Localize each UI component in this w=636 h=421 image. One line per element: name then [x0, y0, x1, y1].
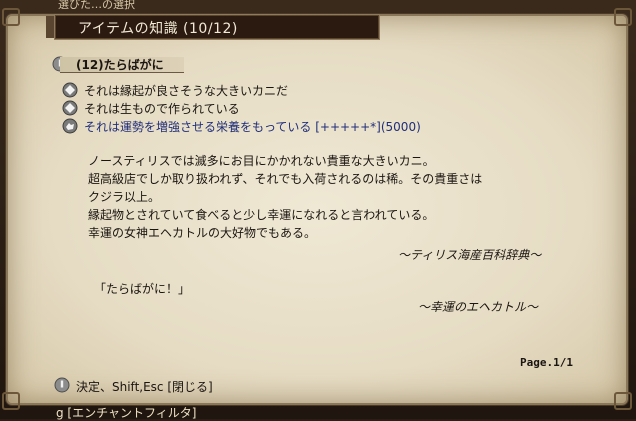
window-title: アイテムの知識 (10/12) — [78, 21, 238, 37]
item-header-underline — [60, 72, 184, 73]
description-line: 幸運の女神エヘカトルの大好物でもある。 — [88, 226, 317, 240]
diamond-bullet-icon — [62, 100, 78, 116]
trait-text-highlighted: それは運勢を増強させる栄養をもっている [+++++*](5000) — [84, 120, 421, 134]
trait-text: それは生もので作られている — [84, 102, 240, 116]
background-window-title: 選びた…の選択 — [58, 0, 135, 10]
description-line: ノースティリスでは滅多にお目にかかれない貴重な大きいカニ。 — [88, 154, 435, 168]
trait-text: それは縁起が良さそうな大きいカニだ — [84, 84, 289, 98]
description-line: 縁起物とされていて食べると少し幸運になれると言われている。 — [88, 208, 435, 222]
frame-corner-ornament — [2, 392, 20, 410]
info-circle-icon — [54, 377, 70, 393]
frame-corner-ornament — [614, 392, 632, 410]
diamond-bullet-icon — [62, 82, 78, 98]
enchant-filter-menu-item[interactable]: g [エンチャントフィルタ] — [56, 404, 196, 421]
attribution-source: ～ティリス海産百科辞典～ — [398, 248, 542, 262]
frame-corner-ornament — [2, 8, 20, 26]
item-quote: 「たらばがに！」 — [94, 282, 191, 296]
hand-bullet-icon — [62, 118, 78, 134]
attribution-speaker: ～幸運のエヘカトル～ — [418, 300, 539, 314]
frame-corner-ornament — [614, 8, 632, 26]
description-line: クジラ以上。 — [88, 190, 161, 204]
item-header: (12)たらばがに — [76, 58, 164, 72]
title-tab-marker — [46, 16, 54, 38]
controls-hint[interactable]: 決定、Shift,Esc [閉じる] — [76, 378, 213, 395]
description-line: 超高級店でしか取り扱われず、それでも入荷されるのは稀。その貴重さは — [88, 172, 483, 186]
page-indicator: Page.1/1 — [520, 356, 573, 369]
